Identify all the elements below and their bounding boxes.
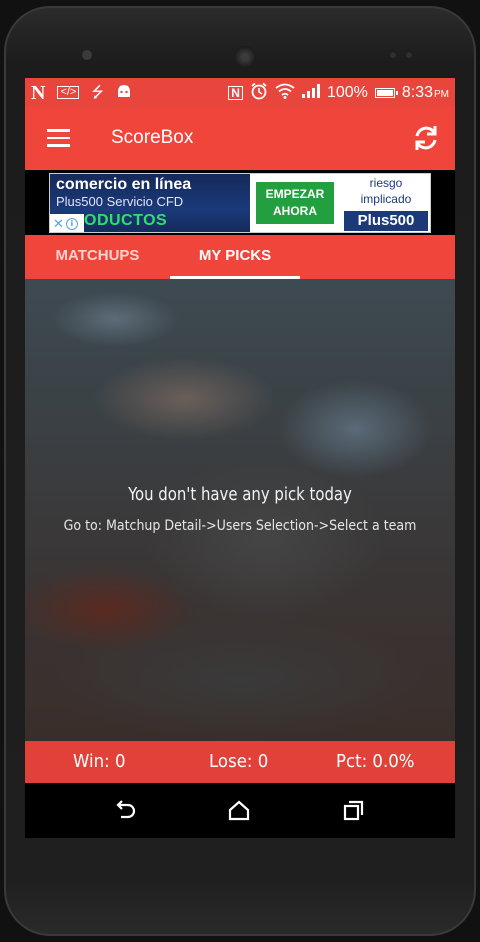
tab-bar: MATCHUPS MY PICKS	[25, 235, 455, 279]
win-percentage: Pct: 0.0%	[336, 751, 415, 772]
clock-time: 8:33	[401, 83, 433, 101]
app-title: ScoreBox	[111, 127, 194, 148]
recent-apps-icon[interactable]	[339, 797, 367, 825]
empty-state-title: You don't have any pick today	[128, 484, 352, 505]
ad-product-line: ODUCTOS	[84, 212, 168, 229]
win-count: Win: 0	[73, 751, 126, 772]
clock: 8:33PM	[402, 84, 449, 102]
my-picks-content: You don't have any pick today Go to: Mat…	[25, 279, 455, 741]
app-toolbar: ScoreBox	[25, 107, 455, 170]
netflix-icon: N	[31, 81, 46, 104]
ad-info-icon[interactable]: i	[65, 218, 78, 230]
battery-icon	[374, 87, 398, 98]
lose-count: Lose: 0	[209, 751, 269, 772]
nfc-icon: N	[228, 85, 243, 100]
app-screen: N </> ⭍ N 100% 8:33PM ScoreBox comercio …	[25, 78, 455, 838]
ad-risk-line2: implicado	[360, 192, 412, 206]
front-camera	[82, 50, 92, 60]
clock-ampm: PM	[434, 88, 449, 100]
ad-cta-button[interactable]: EMPEZAR AHORA	[254, 180, 336, 226]
code-icon: </>	[57, 86, 80, 99]
back-icon[interactable]	[111, 797, 139, 825]
ad-cta-line2: AHORA	[273, 204, 317, 218]
ad-right-panel: riesgo implicado Plus500	[340, 174, 430, 232]
battery-percent: 100%	[326, 83, 368, 101]
usb-icon: ⭍	[91, 84, 104, 101]
status-bar: N </> ⭍ N 100% 8:33PM	[25, 78, 455, 107]
wifi-icon	[275, 83, 295, 102]
ad-subline: Plus500 Servicio CFD	[56, 194, 184, 209]
android-icon	[116, 84, 132, 101]
ad-risk-line1: riesgo	[369, 176, 403, 190]
home-icon[interactable]	[225, 797, 253, 825]
ad-cta-line1: EMPEZAR	[265, 187, 325, 201]
earpiece-speaker	[234, 46, 256, 68]
ad-choices[interactable]: ✕ i	[50, 214, 84, 232]
light-sensor	[406, 52, 412, 58]
alarm-icon	[250, 82, 268, 103]
ad-headline: comercio en línea	[56, 176, 192, 193]
empty-state-hint: Go to: Matchup Detail->Users Selection->…	[63, 518, 417, 534]
hamburger-menu-icon[interactable]	[47, 129, 70, 147]
ad-banner[interactable]: comercio en línea Plus500 Servicio CFD O…	[49, 173, 431, 233]
refresh-icon[interactable]	[411, 123, 441, 153]
tab-my-picks[interactable]: MY PICKS	[170, 235, 300, 279]
proximity-sensor	[390, 52, 396, 58]
tab-matchups[interactable]: MATCHUPS	[25, 235, 170, 279]
stats-bar: Win: 0 Lose: 0 Pct: 0.0%	[25, 741, 455, 783]
signal-icon	[301, 84, 320, 101]
ad-close-icon[interactable]: ✕	[53, 217, 64, 232]
system-nav-bar	[25, 783, 455, 838]
ad-brand-logo: Plus500	[344, 211, 428, 231]
